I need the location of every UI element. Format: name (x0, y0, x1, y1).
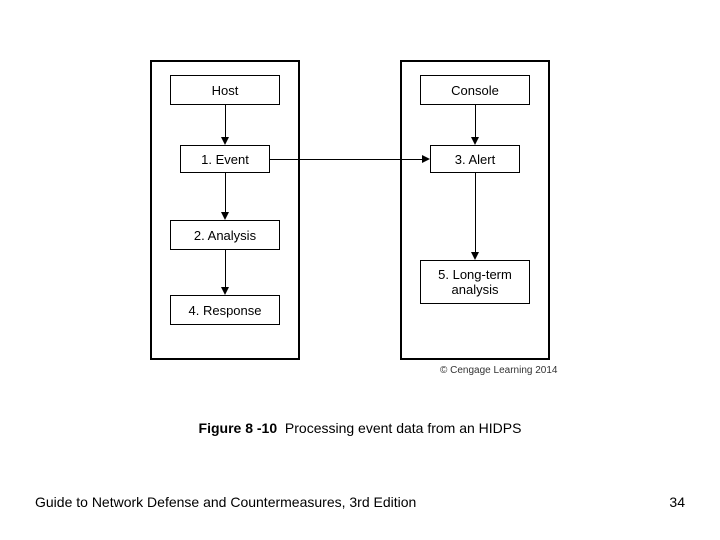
box-console: Console (420, 75, 530, 105)
arrow-head-host-event (221, 137, 229, 145)
box-event: 1. Event (180, 145, 270, 173)
box-alert: 3. Alert (430, 145, 520, 173)
arrow-head-console-alert (471, 137, 479, 145)
arrow-console-alert (475, 105, 476, 137)
box-longterm: 5. Long-term analysis (420, 260, 530, 304)
arrow-head-event-alert (422, 155, 430, 163)
arrow-event-analysis (225, 173, 226, 212)
copyright-text: © Cengage Learning 2014 (440, 365, 557, 376)
diagram-area: Host 1. Event 2. Analysis 4. Response Co… (130, 60, 590, 380)
figure-number: Figure 8 -10 (199, 420, 278, 436)
arrow-host-event (225, 105, 226, 137)
box-response: 4. Response (170, 295, 280, 325)
arrow-alert-longterm (475, 173, 476, 252)
figure-title-text: Processing event data from an HIDPS (285, 420, 522, 436)
arrow-event-alert (270, 159, 422, 160)
slide: Host 1. Event 2. Analysis 4. Response Co… (0, 0, 720, 540)
footer-page-number: 34 (669, 494, 685, 510)
arrow-analysis-response (225, 250, 226, 287)
arrow-head-alert-longterm (471, 252, 479, 260)
arrow-head-analysis-response (221, 287, 229, 295)
box-host: Host (170, 75, 280, 105)
arrow-head-event-analysis (221, 212, 229, 220)
box-analysis: 2. Analysis (170, 220, 280, 250)
figure-caption: Figure 8 -10 Processing event data from … (0, 420, 720, 436)
footer-book-title: Guide to Network Defense and Countermeas… (35, 494, 416, 510)
